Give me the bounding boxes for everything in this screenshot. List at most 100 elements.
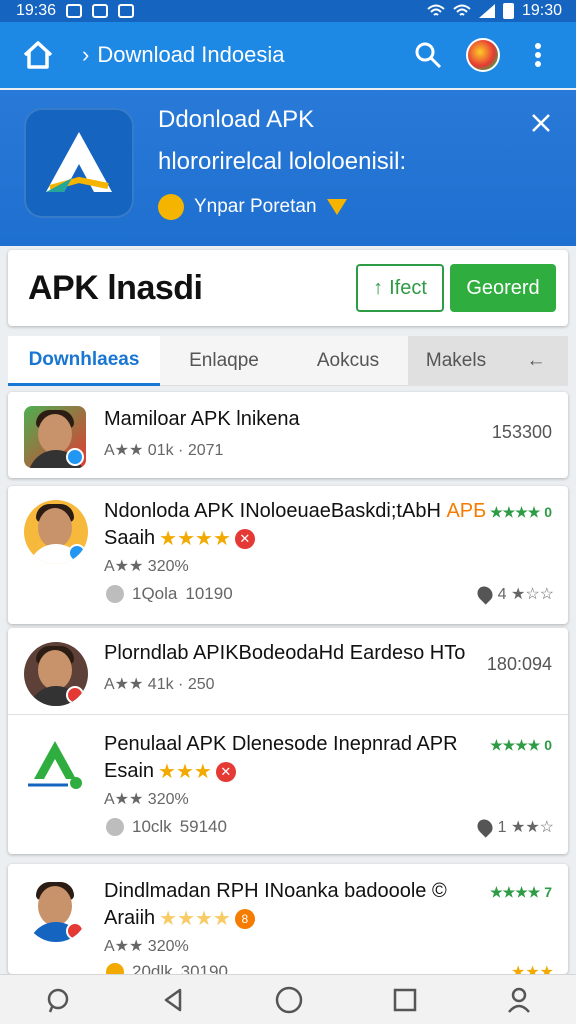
rating-stars: ★★★★ 0: [490, 504, 552, 520]
filter-button-label: Ifect: [389, 276, 427, 299]
recents-icon[interactable]: [392, 987, 418, 1013]
list-card: Mamiloar APK lnikena A★★ 01k · 2071 1533…: [8, 392, 568, 478]
promo-banner[interactable]: Ddonload APK hlororirelcal lololoenisil:…: [0, 90, 576, 246]
more-vert-icon: [535, 43, 541, 67]
avatar: [24, 406, 86, 468]
breadcrumb-label: Download Indoesia: [97, 42, 285, 67]
list-item[interactable]: Dindlmadan RPH INoanka badooole © ★★★★ 7…: [8, 864, 568, 974]
generate-button-label: Georerd: [466, 276, 540, 299]
banner-subtitle: hlororirelcal lololoenisil:: [158, 148, 407, 175]
verified-icon: [68, 544, 86, 562]
app-logo: [24, 108, 134, 218]
notification-icon: [66, 4, 83, 18]
list-card: Ndonloda APK INoloeuaeBaskdi;tAbH ΑΡБ ★★…: [8, 486, 568, 624]
item-subtitle: Saaih ★★★★ ✕: [104, 526, 255, 551]
item-title: Plorndlab APIKBodeodaHd Eardeso HTo: [104, 642, 466, 664]
app-icon: [24, 729, 86, 791]
close-badge-icon: ✕: [234, 528, 255, 549]
item-review: ★★★: [510, 964, 554, 974]
tab-enlaqpe[interactable]: Enlaqpe: [160, 336, 288, 386]
list-item[interactable]: Penulaal APK Dlenesode Inepnrad APR ★★★★…: [8, 714, 568, 854]
avatar: [24, 500, 88, 564]
tab-aokcus[interactable]: Aokcus: [288, 336, 408, 386]
avatar: [24, 642, 88, 706]
list-item[interactable]: Mamiloar APK lnikena A★★ 01k · 2071 1533…: [8, 392, 568, 478]
item-title: Mamiloar APK lnikena: [104, 408, 300, 430]
item-review: 4 ★☆☆: [474, 583, 554, 605]
battery-icon: [502, 3, 514, 19]
arrow-up-icon: ↑: [373, 276, 384, 299]
apk-logo-icon: [46, 132, 112, 192]
system-nav-bar: [0, 974, 576, 1024]
search-icon: [415, 42, 442, 69]
status-bar: 19:36 19:30: [0, 0, 576, 22]
apk-logo-icon: [28, 741, 82, 789]
item-meta: A★★ 41k · 250: [104, 676, 215, 693]
item-title: Penulaal APK Dlenesode Inepnrad APR: [104, 733, 458, 755]
avatar: [24, 878, 88, 942]
close-icon[interactable]: [528, 110, 554, 136]
list-card: Dindlmadan RPH INoanka badooole © ★★★★ 7…: [8, 864, 568, 974]
verified-icon: [66, 448, 84, 466]
arrow-icon: [326, 199, 347, 215]
location-icon: [474, 816, 496, 838]
item-count: 153300: [491, 422, 552, 442]
notification-icon: [118, 4, 135, 18]
wifi-icon: [427, 4, 445, 16]
back-icon[interactable]: [160, 986, 186, 1014]
status-time-left: 19:36: [16, 2, 57, 19]
item-stats: 20dlk 30190: [106, 962, 228, 974]
item-subtitle: Araiih ★★★★ 8: [104, 906, 255, 931]
app-bar: › Download Indoesia: [0, 22, 576, 88]
rating-stars: ★★★★ 7: [490, 884, 552, 900]
badge-icon: [66, 686, 84, 704]
item-count: 180:094: [486, 654, 552, 674]
page-header-card: APK lnasdi ↑ Ifect Georerd: [8, 250, 568, 326]
rating-stars: ★★★★ 0: [490, 737, 552, 753]
item-stats: 10clk 59140: [106, 817, 227, 837]
chevron-right-icon: ›: [82, 42, 90, 67]
home-nav-icon[interactable]: [274, 985, 304, 1015]
signal-icon: [478, 4, 495, 18]
coin-icon: [158, 194, 184, 220]
item-meta: A★★ 320%: [104, 791, 189, 808]
close-badge-icon: ✕: [215, 761, 236, 782]
tab-makels[interactable]: Makels: [408, 336, 504, 386]
item-title: Ndonloda APK INoloeuaeBaskdi;tAbH ΑΡБ: [104, 500, 487, 522]
more-options-button[interactable]: [518, 35, 558, 75]
filter-button[interactable]: ↑ Ifect: [356, 264, 444, 312]
item-stats: 1Qola 10190: [106, 584, 233, 604]
search-button[interactable]: [408, 35, 448, 75]
tab-bar: Downhlaeas Enlaqpe Aokcus Makels ←: [8, 336, 568, 386]
item-meta: A★★ 01k · 2071: [104, 442, 224, 459]
home-icon: [23, 41, 53, 69]
badge-icon: 8: [234, 908, 255, 929]
profile-icon[interactable]: [506, 986, 532, 1014]
wifi-icon: [453, 4, 471, 16]
banner-meta: Ynpar Poretan: [158, 194, 347, 220]
list-card: Plorndlab APIKBodeodaHd Eardeso HTo A★★ …: [8, 628, 568, 854]
list-item[interactable]: Plorndlab APIKBodeodaHd Eardeso HTo A★★ …: [8, 628, 568, 714]
item-meta: A★★ 320%: [104, 558, 189, 575]
item-review: 1 ★★☆: [474, 816, 554, 838]
back-arrow-icon[interactable]: ←: [504, 336, 568, 386]
tab-downloads[interactable]: Downhlaeas: [8, 336, 160, 386]
page-title: APK lnasdi: [28, 268, 203, 307]
item-meta: A★★ 320%: [104, 938, 189, 955]
download-icon: [106, 963, 124, 974]
badge-icon: [66, 922, 84, 940]
generate-button[interactable]: Georerd: [450, 264, 556, 312]
user-avatar[interactable]: [466, 38, 500, 72]
home-button[interactable]: [18, 35, 58, 75]
location-icon: [474, 583, 496, 605]
banner-title: Ddonload APK: [158, 106, 315, 133]
breadcrumb[interactable]: › Download Indoesia: [82, 42, 284, 68]
notification-icon: [92, 4, 109, 18]
banner-meta-text: Ynpar Poretan: [194, 196, 317, 217]
download-icon: [106, 585, 124, 603]
item-title: Dindlmadan RPH INoanka badooole ©: [104, 880, 447, 902]
download-icon: [106, 818, 124, 836]
item-subtitle: Esain ★★★ ✕: [104, 759, 236, 784]
assistant-icon[interactable]: [44, 986, 72, 1014]
list-item[interactable]: Ndonloda APK INoloeuaeBaskdi;tAbH ΑΡБ ★★…: [8, 486, 568, 624]
